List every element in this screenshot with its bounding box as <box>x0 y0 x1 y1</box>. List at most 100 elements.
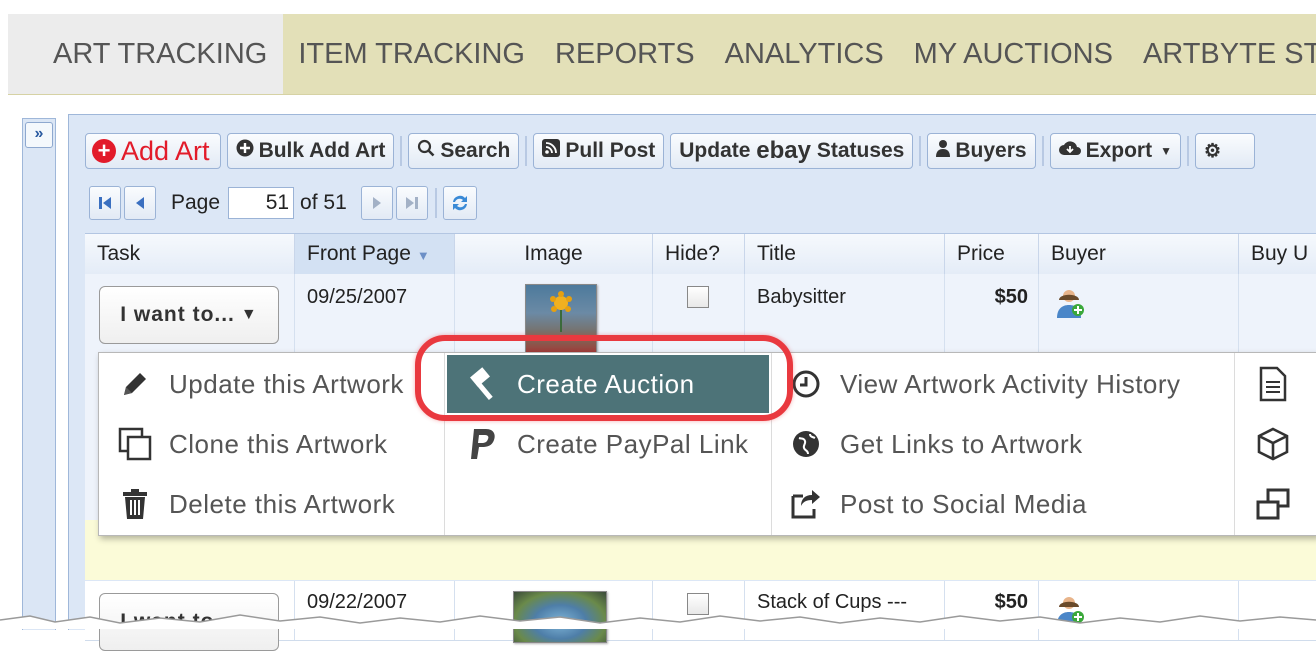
nav-tab-my-auctions[interactable]: MY AUCTIONS <box>899 14 1128 94</box>
buyers-button[interactable]: Buyers <box>927 133 1036 169</box>
menu-column-sell: Create Auction Create PayPal Link <box>445 353 772 535</box>
column-header-image[interactable]: Image <box>455 234 653 274</box>
menu-item-label: Create Auction <box>517 368 695 399</box>
menu-column-more <box>1235 353 1316 535</box>
menu-item-post-social-media[interactable]: Post to Social Media <box>788 475 1087 533</box>
update-ebay-suffix: Statuses <box>816 139 905 162</box>
menu-item-windows[interactable] <box>1255 475 1307 533</box>
gear-icon: ⚙ <box>1203 140 1222 162</box>
torn-edge-decoration <box>0 614 1316 629</box>
document-icon <box>1255 366 1291 402</box>
menu-item-get-links[interactable]: Get Links to Artwork <box>788 415 1083 473</box>
column-header-task[interactable]: Task <box>85 234 295 274</box>
menu-item-update-artwork[interactable]: Update this Artwork <box>117 355 404 413</box>
rss-square-icon <box>542 139 561 163</box>
menu-column-edit: Update this Artwork Clone this Artwork D… <box>99 353 445 535</box>
export-label: Export <box>1085 139 1153 162</box>
update-ebay-prefix: Update <box>679 139 751 162</box>
hide-checkbox[interactable] <box>687 286 709 308</box>
menu-item-delete-artwork[interactable]: Delete this Artwork <box>117 475 395 533</box>
nav-tab-art-tracking[interactable]: ART TRACKING <box>8 14 284 94</box>
toolbar-separator <box>1186 136 1189 166</box>
menu-item-create-auction[interactable]: Create Auction <box>447 355 769 413</box>
nav-tab-reports[interactable]: REPORTS <box>540 14 710 94</box>
search-button[interactable]: Search <box>408 133 520 169</box>
add-art-label: Add Art <box>121 135 210 166</box>
expand-sidebar-icon[interactable]: » <box>25 122 53 148</box>
menu-item-label: Clone this Artwork <box>169 428 388 459</box>
user-icon <box>936 139 951 163</box>
pencil-icon <box>117 369 153 399</box>
bulk-add-art-button[interactable]: Bulk Add Art <box>226 133 395 169</box>
grid-header: Task Front Page ▼ Image Hide? Title Price… <box>85 233 1316 275</box>
task-dropdown-button[interactable]: I want to... ▼ <box>99 286 279 344</box>
menu-item-label: Get Links to Artwork <box>840 428 1083 459</box>
pull-post-label: Pull Post <box>565 139 656 162</box>
column-header-buyer[interactable]: Buyer <box>1039 234 1239 274</box>
settings-button[interactable]: ⚙ <box>1194 133 1255 169</box>
search-icon <box>417 139 435 163</box>
top-navigation: ART TRACKING ITEM TRACKING REPORTS ANALY… <box>8 14 1316 95</box>
page-label: Page <box>171 191 221 214</box>
task-context-menu: Update this Artwork Clone this Artwork D… <box>98 352 1316 536</box>
toolbar-separator <box>525 136 528 166</box>
front-page-header-label: Front Page <box>307 242 411 265</box>
bulk-add-art-label: Bulk Add Art <box>258 139 386 162</box>
chevron-down-icon: ▼ <box>1160 144 1172 158</box>
artwork-price: $50 <box>994 286 1028 308</box>
buyers-label: Buyers <box>955 139 1027 162</box>
toolbar-separator <box>434 188 437 218</box>
plus-circle-icon: + <box>92 139 116 163</box>
trash-icon <box>117 489 153 519</box>
globe-icon <box>788 429 824 459</box>
update-ebay-statuses-button[interactable]: Update ebay Statuses <box>670 133 914 169</box>
pagination-bar: Page of 51 <box>89 184 480 222</box>
toolbar-separator <box>919 136 922 166</box>
gavel-icon <box>465 367 501 401</box>
add-art-button[interactable]: + Add Art <box>85 133 221 169</box>
paypal-icon <box>465 427 501 461</box>
nav-tab-artbyte-store[interactable]: ARTBYTE STO <box>1128 14 1316 94</box>
menu-item-view-activity-history[interactable]: View Artwork Activity History <box>788 355 1181 413</box>
last-page-icon[interactable] <box>395 186 428 220</box>
task-dropdown-label: I want to... <box>120 303 235 326</box>
menu-item-clone-artwork[interactable]: Clone this Artwork <box>117 415 388 473</box>
cloud-download-icon <box>1058 139 1081 163</box>
menu-item-label: Delete this Artwork <box>169 488 396 519</box>
next-page-icon[interactable] <box>360 186 393 220</box>
artwork-thumbnail[interactable] <box>525 284 597 356</box>
pull-post-button[interactable]: Pull Post <box>533 133 665 169</box>
front-page-date: 09/25/2007 <box>307 286 408 308</box>
column-header-title[interactable]: Title <box>745 234 945 274</box>
page-number-input[interactable] <box>228 187 295 219</box>
menu-item-label: Post to Social Media <box>840 488 1088 519</box>
menu-item-create-paypal-link[interactable]: Create PayPal Link <box>465 415 749 473</box>
first-page-icon[interactable] <box>89 186 121 220</box>
page-count-label: of 51 <box>300 191 347 214</box>
add-buyer-icon[interactable] <box>1057 288 1085 318</box>
menu-item-package[interactable] <box>1255 415 1307 473</box>
clone-icon <box>117 426 153 462</box>
plus-circle-icon <box>236 139 254 163</box>
menu-item-label: Create PayPal Link <box>517 428 749 459</box>
menu-item-label: View Artwork Activity History <box>840 368 1181 399</box>
caret-down-icon: ▼ <box>240 306 258 323</box>
nav-tab-item-tracking[interactable]: ITEM TRACKING <box>283 14 540 94</box>
column-header-buy-url[interactable]: Buy U <box>1239 234 1316 274</box>
cube-icon <box>1255 427 1291 461</box>
collapsed-sidebar: » <box>22 118 56 630</box>
toolbar-separator <box>400 136 403 166</box>
menu-item-document[interactable] <box>1255 355 1307 413</box>
export-button[interactable]: Export ▼ <box>1049 133 1181 169</box>
column-header-front-page[interactable]: Front Page ▼ <box>295 234 455 274</box>
toolbar-separator <box>1041 136 1044 166</box>
column-header-price[interactable]: Price <box>945 234 1039 274</box>
grid-toolbar: + Add Art Bulk Add Art Search Pull Post … <box>85 131 1316 171</box>
clock-icon <box>788 369 824 399</box>
refresh-icon[interactable] <box>442 186 477 220</box>
nav-tab-analytics[interactable]: ANALYTICS <box>710 14 899 94</box>
previous-page-icon[interactable] <box>124 186 156 220</box>
windows-restore-icon <box>1255 488 1291 520</box>
share-icon <box>788 488 824 520</box>
column-header-hide[interactable]: Hide? <box>653 234 745 274</box>
